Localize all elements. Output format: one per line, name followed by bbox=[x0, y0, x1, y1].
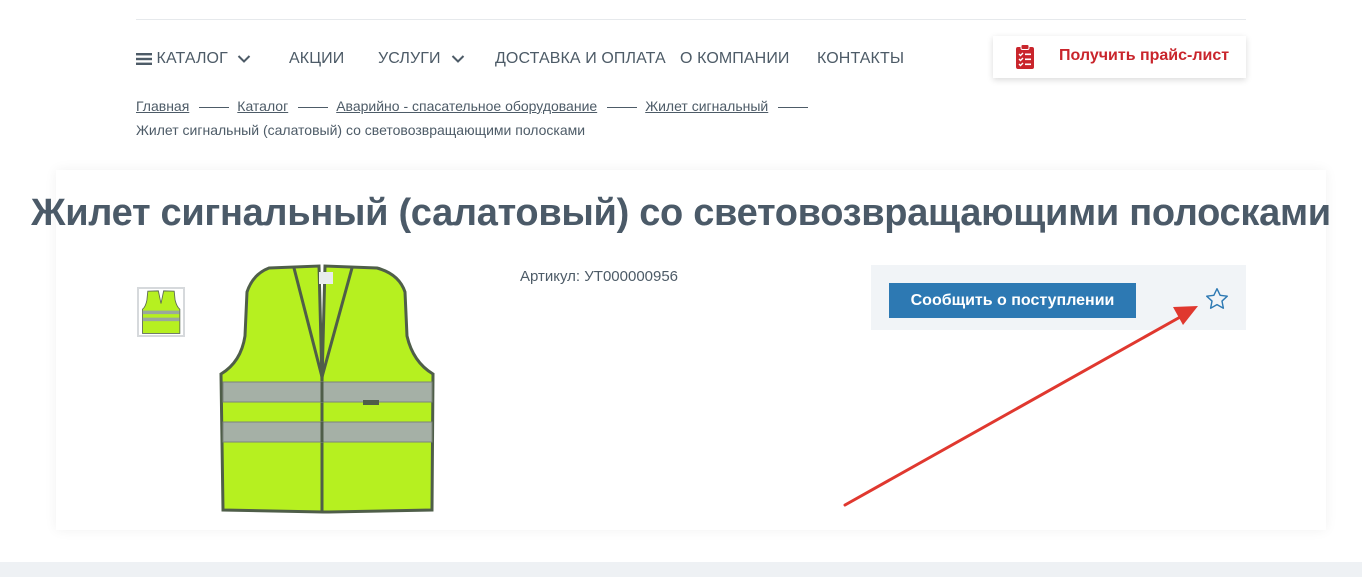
nav-catalog-label: КАТАЛОГ bbox=[156, 50, 228, 67]
breadcrumb-home[interactable]: Главная bbox=[136, 98, 189, 114]
nav-catalog[interactable]: КАТАЛОГ bbox=[136, 48, 251, 70]
breadcrumb-catalog[interactable]: Каталог bbox=[237, 98, 288, 114]
product-sku: Артикул: УТ000000956 bbox=[520, 268, 679, 285]
breadcrumb-separator bbox=[778, 106, 809, 108]
breadcrumb: Главная Каталог Аварийно - спасательное об… bbox=[136, 97, 816, 139]
nav-contacts[interactable]: КОНТАКТЫ bbox=[817, 48, 904, 70]
clipboard-checklist-icon bbox=[1016, 44, 1034, 69]
nav-services-label: УСЛУГИ bbox=[378, 50, 441, 67]
notify-availability-button[interactable]: Сообщить о поступлении bbox=[889, 283, 1136, 318]
favorite-button[interactable] bbox=[1204, 286, 1230, 312]
footer-band bbox=[0, 562, 1362, 577]
nav-delivery[interactable]: ДОСТАВКА И ОПЛАТА bbox=[495, 48, 666, 70]
vest-image bbox=[219, 264, 435, 514]
chevron-down-icon bbox=[238, 55, 251, 63]
breadcrumb-separator bbox=[607, 106, 638, 108]
price-list-button[interactable]: Получить прайс-лист bbox=[993, 36, 1246, 78]
nav-promo[interactable]: АКЦИИ bbox=[289, 48, 344, 70]
product-image bbox=[201, 262, 451, 518]
breadcrumb-current: Жилет сигнальный (салатовый) со световоз… bbox=[136, 122, 586, 138]
header-divider bbox=[136, 19, 1246, 20]
page-title: Жилет сигнальный (салатовый) со световоз… bbox=[31, 192, 1331, 234]
star-outline-icon bbox=[1206, 288, 1228, 309]
vest-thumbnail-image bbox=[142, 290, 181, 334]
price-list-label: Получить прайс-лист bbox=[1059, 47, 1230, 64]
menu-icon bbox=[136, 52, 152, 65]
breadcrumb-separator bbox=[199, 106, 230, 108]
breadcrumb-subcategory[interactable]: Жилет сигнальный bbox=[645, 98, 768, 114]
nav-services[interactable]: УСЛУГИ bbox=[378, 48, 465, 70]
product-thumbnail[interactable] bbox=[137, 287, 185, 337]
breadcrumb-separator bbox=[298, 106, 329, 108]
chevron-down-icon bbox=[451, 55, 465, 63]
nav-about[interactable]: О КОМПАНИИ bbox=[680, 48, 790, 70]
breadcrumb-category[interactable]: Аварийно - спасательное оборудование bbox=[336, 98, 597, 114]
